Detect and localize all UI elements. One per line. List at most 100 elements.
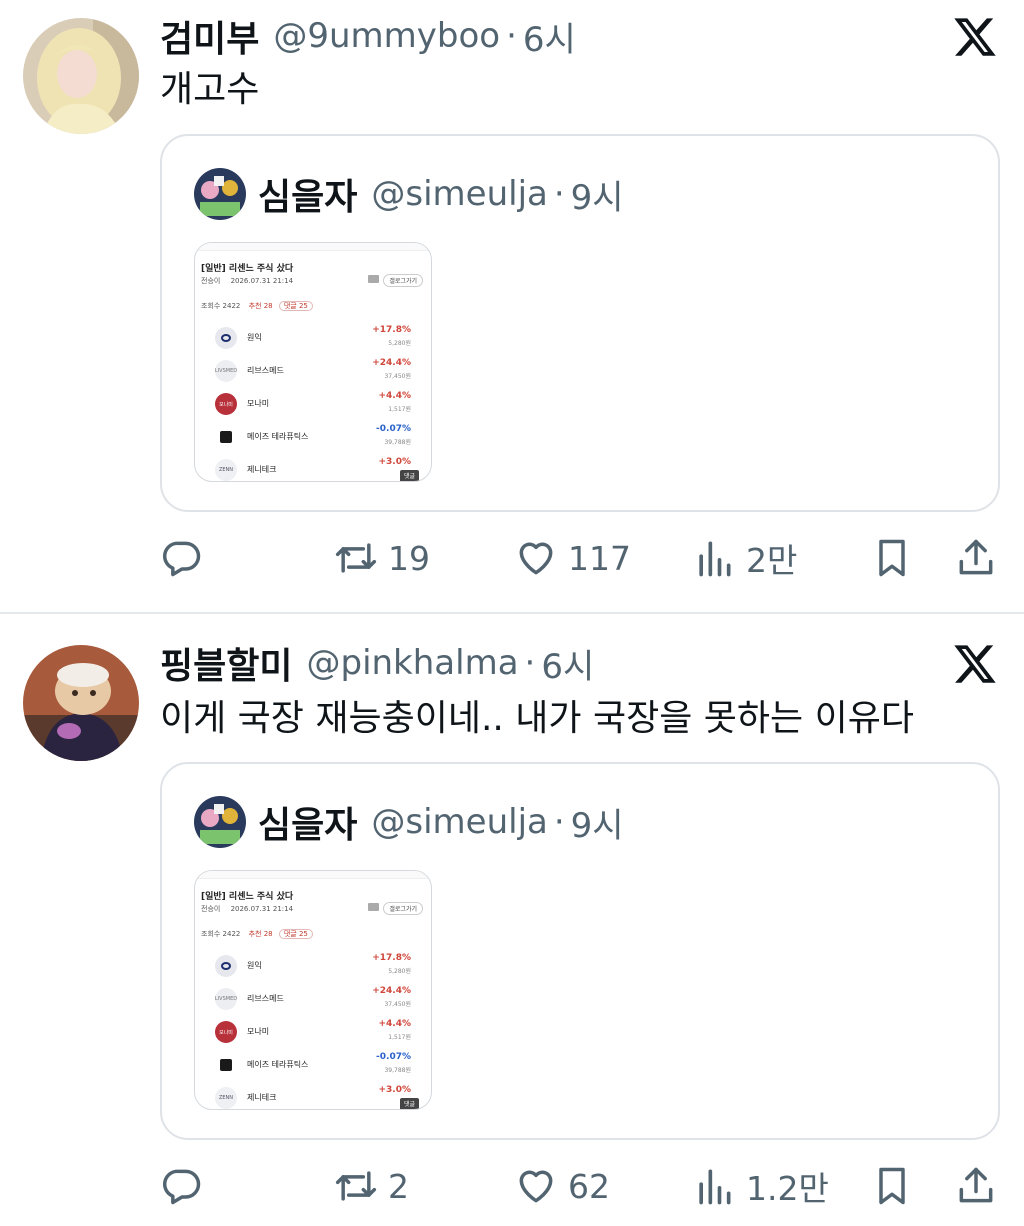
retweet-button[interactable]: 2 — [334, 1156, 409, 1216]
stock-price: 5,280원 — [388, 340, 411, 347]
quote-avatar[interactable] — [194, 796, 246, 848]
folder-icon — [368, 275, 379, 283]
stock-row: ZENN 제니테크 +3.0% — [195, 455, 431, 481]
share-icon — [959, 1167, 993, 1203]
quote-display-name[interactable]: 심을자 — [258, 796, 357, 848]
stock-logo-icon: ZENN — [215, 1087, 237, 1109]
stock-name: 리브스메드 — [247, 994, 284, 1003]
stock-logo-icon: 모나미 — [215, 1021, 237, 1043]
quote-tweet[interactable]: 심을자 @simeulja · 9시 [일반] 리센느 주식 샀다 전승이 20… — [160, 134, 1000, 512]
tweet[interactable]: 핑블할미 @pinkhalma · 6시 이게 국장 재능충이네.. 내가 국장… — [0, 615, 1024, 1226]
stock-change: +4.4% — [378, 1019, 411, 1029]
stock-change: -0.07% — [376, 424, 411, 434]
stock-row: 메이즈 테라퓨틱스 -0.07% 39,788원 — [195, 1050, 431, 1082]
action-bar: 2 62 1.2만 — [0, 1156, 1024, 1216]
stock-change: -0.07% — [376, 1052, 411, 1062]
tweet-header: 핑블할미 @pinkhalma · 6시 — [160, 639, 594, 688]
stock-name: 제니테크 — [247, 1093, 277, 1102]
bookmark-button[interactable] — [870, 528, 914, 588]
timestamp[interactable]: 6시 — [523, 12, 576, 61]
post-date: 2026.07.31 21:14 — [230, 277, 294, 285]
separator-dot: · — [524, 643, 536, 683]
views-label: 조회수 2422 — [201, 302, 241, 310]
quote-timestamp[interactable]: 9시 — [571, 798, 624, 847]
recommend-label: 추천 28 — [248, 302, 273, 310]
bookmark-button[interactable] — [870, 1156, 914, 1216]
stock-logo-icon — [215, 955, 237, 977]
post-title: [일반] 리센느 주식 샀다 — [201, 892, 294, 902]
reply-button[interactable] — [160, 1156, 204, 1216]
share-button[interactable] — [954, 528, 998, 588]
user-handle[interactable]: @9ummyboo — [273, 16, 500, 56]
quote-avatar[interactable] — [194, 168, 246, 220]
tweet-text: 개고수 — [160, 69, 260, 110]
separator-dot: · — [553, 802, 565, 842]
like-count: 117 — [568, 538, 631, 578]
like-button[interactable]: 117 — [514, 528, 631, 588]
quote-header: 심을자 @simeulja · 9시 — [258, 170, 624, 219]
stock-price: 5,280원 — [388, 968, 411, 975]
quote-timestamp[interactable]: 9시 — [571, 170, 624, 219]
stock-price: 39,788원 — [384, 1067, 411, 1074]
post-meta: 전승이 2026.07.31 21:14 — [201, 276, 293, 286]
quote-tweet[interactable]: 심을자 @simeulja · 9시 [일반] 리센느 주식 샀다 전승이 20… — [160, 762, 1000, 1140]
stock-name: 리브스메드 — [247, 366, 284, 375]
post-stats: 조회수 2422 추천 28 댓글 25 — [201, 929, 313, 939]
stock-change: +24.4% — [372, 986, 411, 996]
separator-dot: · — [553, 174, 565, 214]
quote-user-handle[interactable]: @simeulja — [371, 174, 547, 214]
stock-logo-icon — [215, 327, 237, 349]
stock-row: 원익 +17.8% 5,280원 — [195, 323, 431, 355]
stock-change: +3.0% — [378, 1085, 411, 1095]
quote-user-handle[interactable]: @simeulja — [371, 802, 547, 842]
post-stats: 조회수 2422 추천 28 댓글 25 — [201, 301, 313, 311]
bookmark-icon — [879, 539, 905, 577]
stock-row: LIVSMED 리브스메드 +24.4% 37,450원 — [195, 356, 431, 388]
tweet[interactable]: 검미부 @9ummyboo · 6시 개고수 심을자 @simeulja · 9… — [0, 0, 1024, 613]
stock-logo-icon: LIVSMED — [215, 360, 237, 382]
separator-dot: · — [506, 16, 517, 56]
timestamp[interactable]: 6시 — [541, 639, 594, 688]
share-button[interactable] — [954, 1156, 998, 1216]
stock-row: LIVSMED 리브스메드 +24.4% 37,450원 — [195, 984, 431, 1016]
user-avatar[interactable] — [23, 18, 139, 134]
stock-price: 39,788원 — [384, 439, 411, 446]
stock-change: +3.0% — [378, 457, 411, 467]
screenshot-statusbar — [195, 871, 431, 879]
post-meta: 전승이 2026.07.31 21:14 — [201, 904, 293, 914]
x-logo-icon — [954, 18, 996, 56]
post-author: 전승이 — [201, 905, 221, 913]
retweet-button[interactable]: 19 — [334, 528, 430, 588]
analytics-icon — [699, 541, 731, 577]
screenshot-statusbar — [195, 243, 431, 251]
stock-name: 모나미 — [247, 399, 270, 408]
stock-change: +17.8% — [372, 325, 411, 335]
user-avatar[interactable] — [23, 645, 139, 761]
stock-logo-icon: 모나미 — [215, 393, 237, 415]
reply-button[interactable] — [160, 528, 204, 588]
heart-icon — [519, 1170, 553, 1203]
quote-image[interactable]: [일반] 리센느 주식 샀다 전승이 2026.07.31 21:14 갤로그가… — [194, 870, 432, 1110]
display-name[interactable]: 핑블할미 — [160, 637, 292, 689]
stock-name: 원익 — [247, 333, 262, 342]
stock-logo-icon — [215, 1054, 237, 1076]
post-author: 전승이 — [201, 277, 221, 285]
stock-price: 37,450원 — [384, 373, 411, 380]
reply-icon — [163, 541, 201, 577]
display-name[interactable]: 검미부 — [160, 10, 259, 62]
like-button[interactable]: 62 — [514, 1156, 610, 1216]
stock-name: 메이즈 테라퓨틱스 — [247, 1060, 309, 1069]
recommend-label: 추천 28 — [248, 930, 273, 938]
heart-icon — [519, 542, 553, 575]
stock-price: 37,450원 — [384, 1001, 411, 1008]
quote-image[interactable]: [일반] 리센느 주식 샀다 전승이 2026.07.31 21:14 갤로그가… — [194, 242, 432, 482]
reply-icon — [163, 1169, 201, 1205]
user-handle[interactable]: @pinkhalma — [306, 643, 518, 683]
views-button[interactable]: 2만 — [692, 528, 797, 588]
retweet-count: 19 — [388, 538, 430, 578]
stock-price: 1,517원 — [388, 406, 411, 413]
analytics-icon — [699, 1169, 731, 1205]
comments-label: 댓글 25 — [278, 929, 313, 939]
quote-display-name[interactable]: 심을자 — [258, 168, 357, 220]
views-button[interactable]: 1.2만 — [692, 1156, 829, 1216]
